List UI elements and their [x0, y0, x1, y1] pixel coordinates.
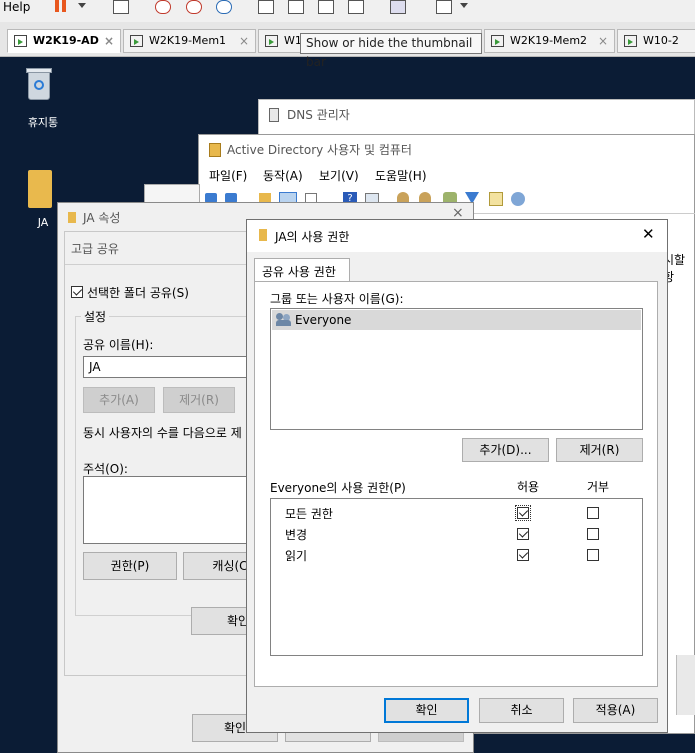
settings-group-label: 설정 [81, 308, 110, 325]
tab-label: W2K19-AD [33, 34, 99, 47]
help-menu[interactable]: Help [3, 0, 30, 18]
send-ctrl-alt-del-icon[interactable] [113, 0, 129, 14]
menu-view[interactable]: 보기(V) [319, 167, 359, 184]
folder-icon [259, 229, 267, 241]
tab-label: W2K19-Mem1 [149, 34, 227, 47]
folder-icon [68, 212, 76, 223]
vm-icon [265, 35, 278, 47]
permission-name: 읽기 [285, 549, 308, 563]
comment-label: 주석(O): [83, 462, 128, 476]
tab-w10-2[interactable]: W10-2 [617, 29, 695, 53]
user-limit-label: 동시 사용자의 수를 다음으로 제 [83, 426, 242, 440]
ad-menubar: 파일(F) 동작(A) 보기(V) 도움말(H) [199, 165, 695, 185]
group-or-user-label: 그룹 또는 사용자 이름(G): [270, 292, 404, 306]
user-name: Everyone [295, 313, 352, 327]
recycle-bin-icon[interactable] [24, 66, 54, 102]
add-to-group-icon[interactable] [511, 192, 525, 206]
share-folder-checkbox[interactable] [71, 286, 83, 298]
find-icon[interactable] [489, 192, 503, 206]
vm-icon [491, 35, 504, 47]
advanced-sharing-title: 고급 공유 [71, 242, 119, 256]
snapshot-manager-icon[interactable] [216, 0, 232, 14]
add-button[interactable]: 추가(A) [83, 387, 155, 413]
ok-button[interactable]: 확인 [384, 698, 469, 723]
sidebar-icon[interactable] [258, 0, 274, 14]
unity-icon[interactable] [348, 0, 364, 14]
menu-action[interactable]: 동작(A) [263, 167, 303, 184]
pause-icon[interactable] [55, 0, 67, 12]
allow-column-header: 허용 [517, 480, 540, 494]
revert-snapshot-icon[interactable] [186, 0, 202, 14]
permission-row: 읽기 [271, 545, 642, 565]
dns-window-title: DNS 관리자 [287, 108, 350, 122]
vm-toolbar: Help [0, 0, 695, 22]
folder-icon[interactable] [28, 170, 52, 208]
permissions-button[interactable]: 권한(P) [83, 552, 177, 580]
ad-window-title: Active Directory 사용자 및 컴퓨터 [227, 143, 412, 157]
tab-label: W2K19-Mem2 [510, 34, 588, 47]
share-folder-label: 선택한 폴더 공유(S) [87, 286, 189, 300]
properties-title: JA 속성 [83, 211, 121, 225]
snapshot-icon[interactable] [155, 0, 171, 14]
list-item[interactable]: Everyone [272, 310, 641, 330]
user-list: Everyone [270, 308, 643, 430]
tab-w2k19-mem2[interactable]: W2K19-Mem2 × [484, 29, 615, 53]
recycle-bin-label: 휴지통 [27, 116, 59, 129]
close-icon[interactable]: × [598, 30, 608, 52]
tooltip: Show or hide the thumbnail bar [300, 33, 482, 69]
cancel-button[interactable]: 취소 [479, 698, 564, 723]
close-icon[interactable]: × [239, 30, 249, 52]
permission-row: 변경 [271, 524, 642, 544]
share-name-label: 공유 이름(H): [83, 338, 154, 352]
remove-button[interactable]: 제거(R) [163, 387, 235, 413]
tab-w2k19-mem1[interactable]: W2K19-Mem1 × [123, 29, 256, 53]
deny-checkbox[interactable] [587, 528, 599, 540]
stretch-icon[interactable] [436, 0, 452, 14]
dialog-title: JA의 사용 권한 [275, 230, 350, 244]
permissions-header-label: Everyone의 사용 권한(P) [270, 481, 406, 495]
apply-button[interactable]: 적용(A) [573, 698, 658, 723]
chevron-down-icon[interactable] [78, 3, 86, 8]
users-icon [276, 313, 292, 326]
dns-icon [269, 108, 279, 122]
vm-icon [624, 35, 637, 47]
vm-icon [130, 35, 143, 47]
allow-checkbox[interactable] [517, 528, 529, 540]
ad-right-pane-edge [676, 655, 695, 715]
deny-checkbox[interactable] [587, 507, 599, 519]
menu-help[interactable]: 도움말(H) [375, 167, 427, 184]
vm-icon [14, 35, 27, 47]
permission-name: 변경 [285, 528, 308, 542]
deny-column-header: 거부 [587, 480, 610, 494]
remove-button[interactable]: 제거(R) [556, 438, 643, 462]
folder-label: JA [37, 216, 49, 229]
close-icon[interactable]: ✕ [642, 225, 655, 243]
fullscreen-icon[interactable] [318, 0, 334, 14]
console-icon[interactable] [390, 0, 406, 14]
allow-checkbox[interactable] [515, 505, 531, 521]
tab-label: W10-2 [643, 34, 679, 47]
dns-manager-window[interactable]: DNS 관리자 [258, 99, 695, 139]
chevron-down-icon[interactable] [460, 3, 468, 8]
thumbnail-bar-icon[interactable] [288, 0, 304, 14]
allow-checkbox[interactable] [517, 549, 529, 561]
add-button[interactable]: 추가(D)... [462, 438, 549, 462]
permission-name: 모든 권한 [285, 507, 333, 521]
tab-share-permissions[interactable]: 공유 사용 권한 [254, 258, 350, 282]
permissions-list: 모든 권한 변경 읽기 [270, 498, 643, 656]
close-icon[interactable]: × [104, 30, 114, 52]
permissions-dialog[interactable]: JA의 사용 권한 ✕ 공유 사용 권한 그룹 또는 사용자 이름(G): Ev… [246, 219, 668, 733]
deny-checkbox[interactable] [587, 549, 599, 561]
permission-row: 모든 권한 [271, 503, 642, 523]
tab-w2k19-ad[interactable]: W2K19-AD × [7, 29, 121, 53]
ad-icon [209, 143, 221, 157]
menu-file[interactable]: 파일(F) [209, 167, 247, 184]
